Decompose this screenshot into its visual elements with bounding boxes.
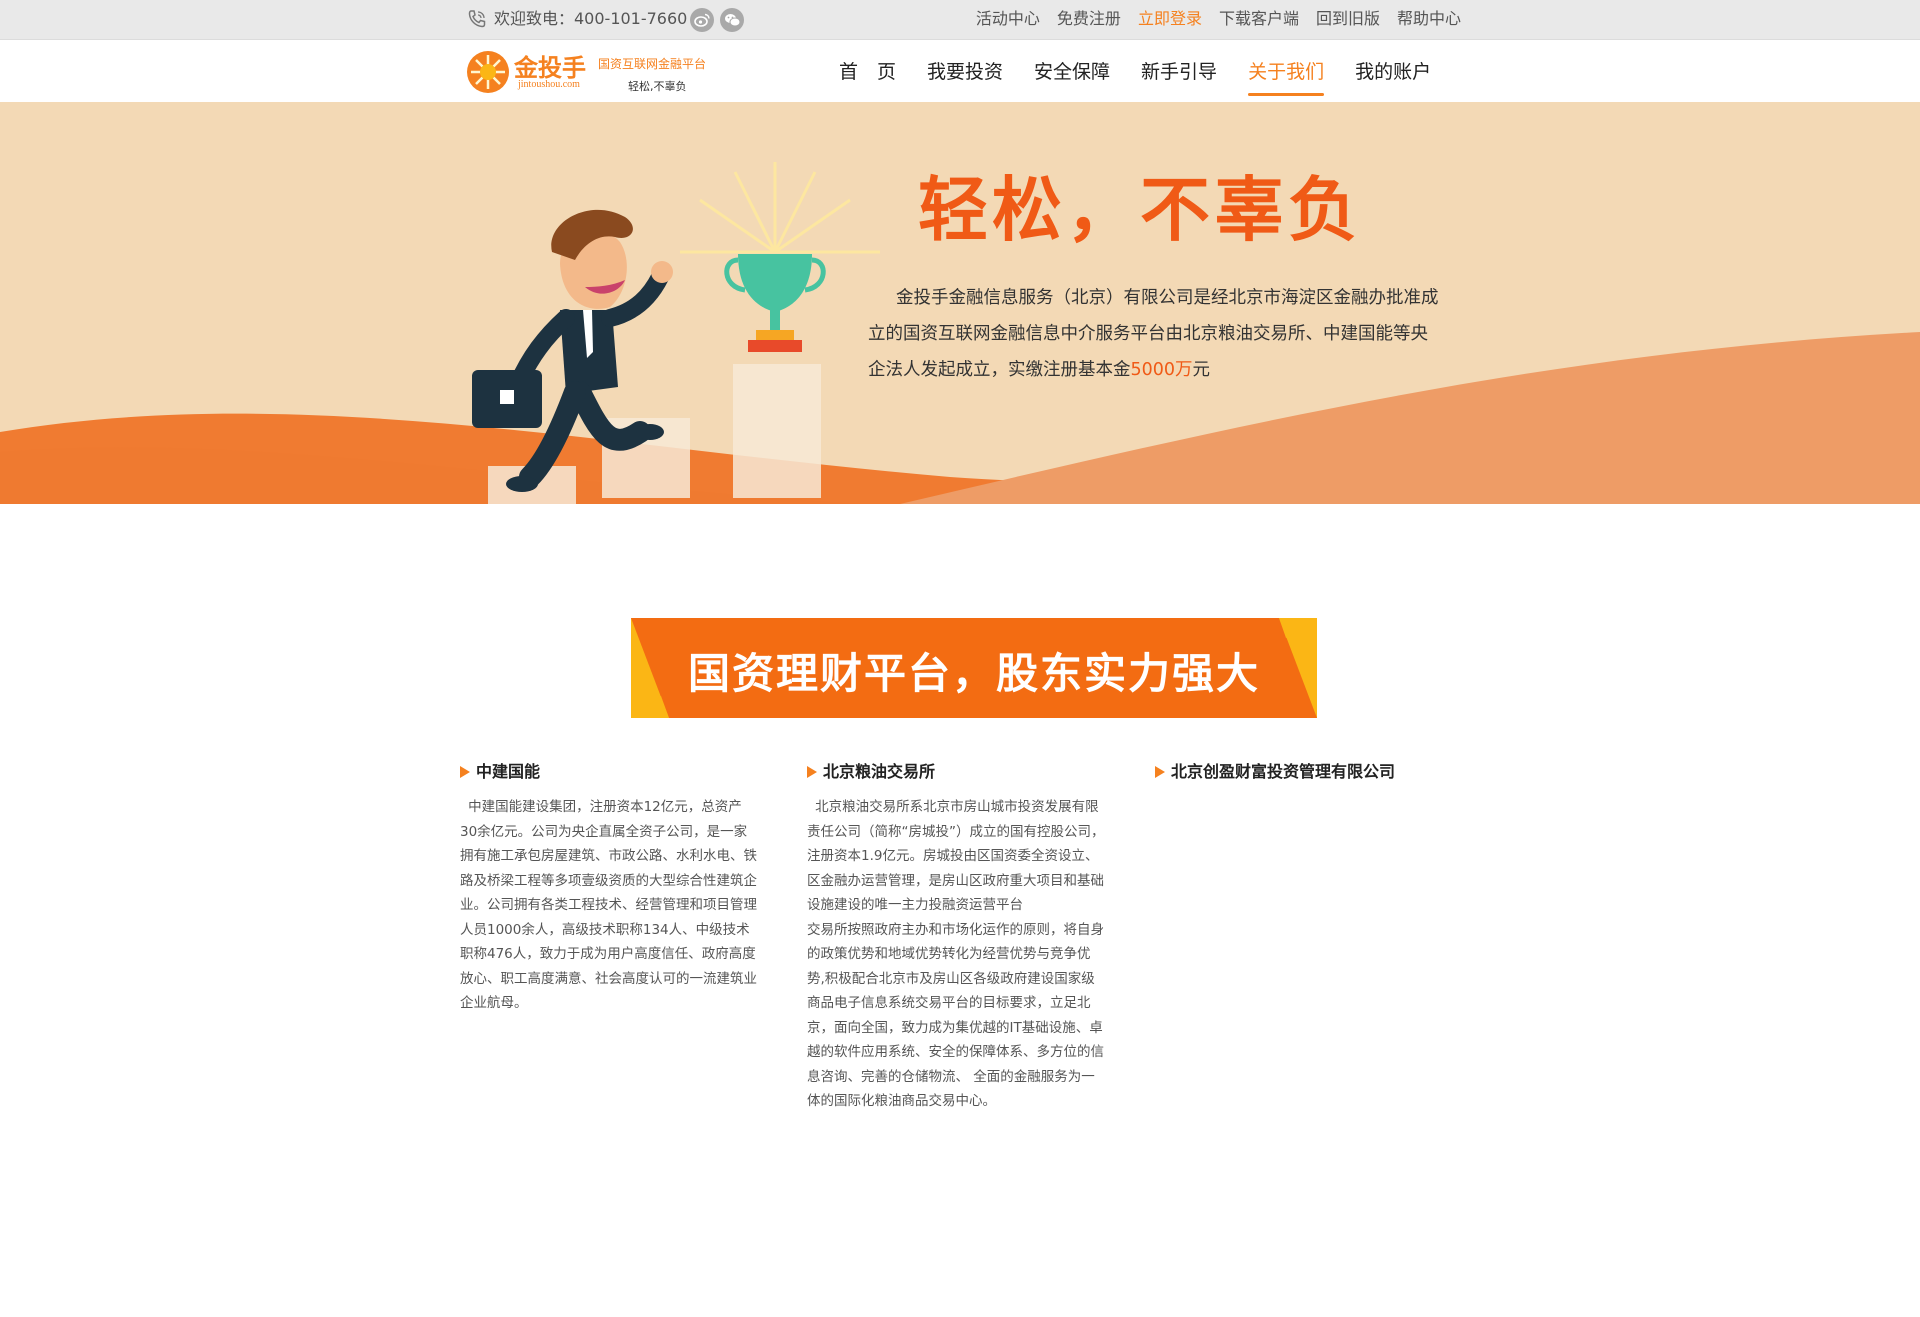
top-bar: 欢迎致电：400-101-7660 活动中心 免费注册 立即登录 下载客户端 回…	[0, 0, 1920, 40]
company-intro: 金投手金融信息服务（北京）有限公司是经北京市海淀区金融办批准成立的国资互联网金融…	[868, 280, 1440, 388]
weibo-icon[interactable]	[690, 8, 714, 32]
nav-home[interactable]: 首 页	[839, 57, 896, 84]
hero-banner: 轻松，不辜负 金投手金融信息服务（北京）有限公司是经北京市海淀区金融办批准成立的…	[0, 102, 1920, 504]
banner-headline: 轻松，不辜负	[918, 169, 1362, 251]
nav-account[interactable]: 我的账户	[1355, 57, 1431, 84]
company-name: 中建国能	[476, 762, 541, 781]
intro-capital-amount: 5000万	[1130, 360, 1193, 380]
logo-slogan: 轻松,不辜负	[628, 80, 687, 93]
top-link-activity[interactable]: 活动中心	[976, 9, 1040, 29]
site-logo[interactable]: 金投手 jintoushou.com 国资互联网金融平台 轻松,不辜负	[466, 48, 726, 96]
main-nav: 首 页 我要投资 安全保障 新手引导 关于我们 我的账户	[839, 57, 1431, 96]
triangle-bullet-icon	[1155, 766, 1165, 778]
phone-icon	[468, 10, 486, 28]
section-title: 国资理财平台，股东实力强大	[688, 649, 1261, 698]
nav-about[interactable]: 关于我们	[1248, 57, 1325, 96]
logo-sun-icon	[467, 51, 509, 93]
intro-text-end: 元	[1192, 360, 1211, 380]
nav-security[interactable]: 安全保障	[1034, 57, 1110, 84]
nav-invest[interactable]: 我要投资	[927, 57, 1003, 84]
company-name: 北京创盈财富投资管理有限公司	[1171, 762, 1396, 781]
company-name: 北京粮油交易所	[823, 762, 936, 781]
company-card: 北京粮油交易所 北京粮油交易所系北京市房山城市投资发展有限责任公司（简称“房城投…	[807, 760, 1107, 1114]
company-title: 北京粮油交易所	[807, 760, 1107, 784]
top-links: 活动中心 免费注册 立即登录 下载客户端 回到旧版 帮助中心	[976, 9, 1461, 29]
logo-tagline: 国资互联网金融平台	[598, 57, 707, 71]
company-desc: 中建国能建设集团，注册资本12亿元，总资产30余亿元。公司为央企直属全资子公司，…	[460, 799, 757, 1011]
company-title: 北京创盈财富投资管理有限公司	[1155, 760, 1465, 784]
top-link-download[interactable]: 下载客户端	[1219, 9, 1299, 29]
company-card: 北京创盈财富投资管理有限公司	[1155, 760, 1465, 795]
company-desc: 北京粮油交易所系北京市房山城市投资发展有限责任公司（简称“房城投”）成立的国有控…	[807, 799, 1105, 1109]
hotline-text: 欢迎致电：400-101-7660	[494, 9, 688, 28]
top-link-login[interactable]: 立即登录	[1138, 9, 1202, 29]
logo-url: jintoushou.com	[518, 79, 580, 90]
site-header: 金投手 jintoushou.com 国资互联网金融平台 轻松,不辜负 首 页 …	[0, 40, 1920, 103]
top-link-old-version[interactable]: 回到旧版	[1316, 9, 1380, 29]
wechat-icon[interactable]	[720, 8, 744, 32]
top-link-register[interactable]: 免费注册	[1057, 9, 1121, 29]
top-link-help[interactable]: 帮助中心	[1397, 9, 1461, 29]
triangle-bullet-icon	[807, 766, 817, 778]
triangle-bullet-icon	[460, 766, 470, 778]
company-title: 中建国能	[460, 760, 758, 784]
logo-name: 金投手	[514, 53, 586, 82]
nav-guide[interactable]: 新手引导	[1141, 57, 1217, 84]
company-card: 中建国能 中建国能建设集团，注册资本12亿元，总资产30余亿元。公司为央企直属全…	[460, 760, 758, 1016]
